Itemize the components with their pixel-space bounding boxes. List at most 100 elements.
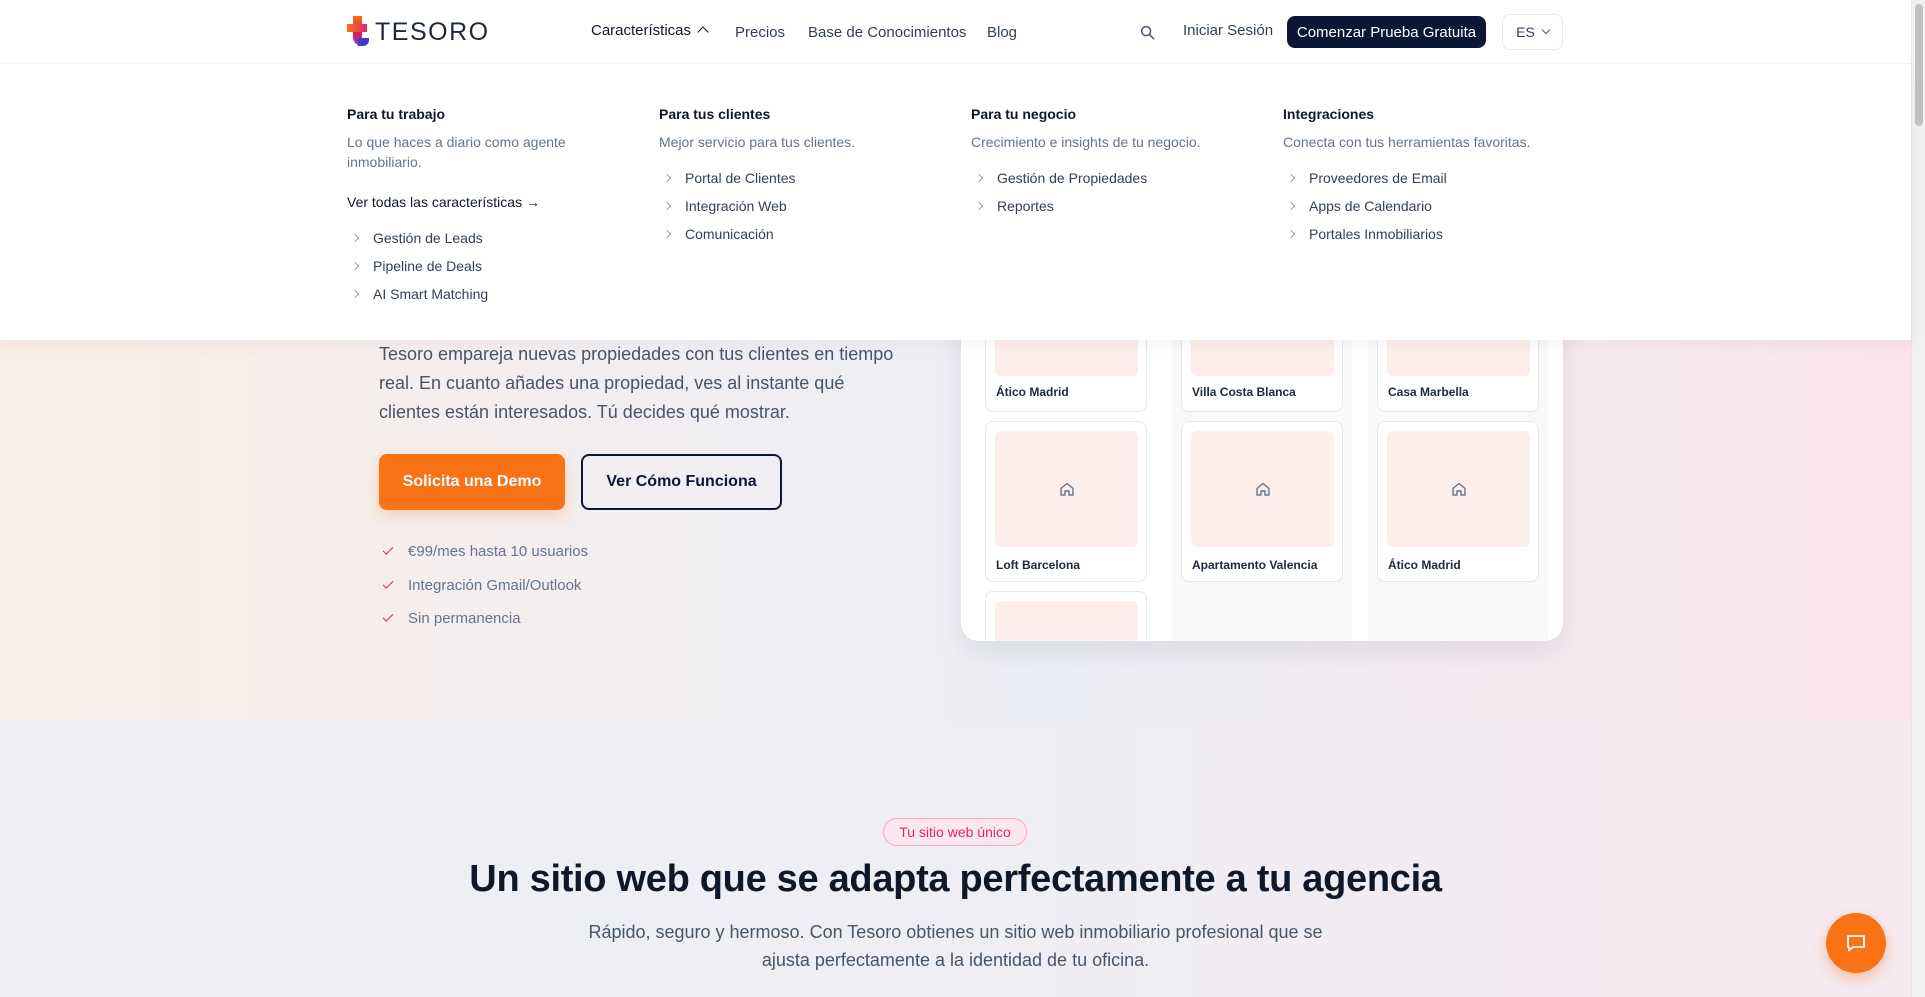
- menu-item-client-portal[interactable]: Portal de Clientes: [659, 164, 949, 192]
- language-label: ES: [1516, 24, 1535, 40]
- chevron-up-icon: [697, 26, 709, 38]
- chat-button[interactable]: [1826, 913, 1886, 973]
- page-scrollbar[interactable]: [1911, 0, 1925, 997]
- chat-bubble-icon: [1847, 935, 1865, 952]
- menu-item-label: AI Smart Matching: [373, 286, 489, 302]
- property-title: Apartamento Valencia: [1192, 558, 1318, 572]
- benefit-item: Sin permanencia: [381, 602, 588, 636]
- request-demo-button[interactable]: Solicita una Demo: [379, 454, 565, 510]
- section-title: Un sitio web que se adapta perfectamente…: [469, 858, 1442, 900]
- menu-item-label: Gestión de Propiedades: [997, 170, 1148, 186]
- menu-item-label: Gestión de Leads: [373, 230, 483, 246]
- chevron-down-icon: [1541, 25, 1551, 35]
- menu-item-label: Comunicación: [685, 226, 774, 242]
- see-all-features-link[interactable]: Ver todas las características →: [347, 194, 637, 210]
- menu-column-clients: Para tus clientes Mejor servicio para tu…: [659, 106, 949, 248]
- benefit-item: €99/mes hasta 10 usuarios: [381, 535, 588, 569]
- menu-item-label: Pipeline de Deals: [373, 258, 482, 274]
- hero-description: Tesoro empareja nuevas propiedades con t…: [379, 344, 894, 422]
- menu-column-work: Para tu trabajo Lo que haces a diario co…: [347, 106, 637, 308]
- house-icon: [1255, 482, 1270, 496]
- house-icon: [1451, 482, 1466, 496]
- chevron-right-icon: [350, 233, 360, 243]
- chevron-right-icon: [1286, 173, 1296, 183]
- chevron-right-icon: [1286, 201, 1296, 211]
- language-selector[interactable]: ES: [1502, 14, 1563, 50]
- menu-column-business: Para tu negocio Crecimiento e insights d…: [971, 106, 1261, 220]
- menu-item-communication[interactable]: Comunicación: [659, 220, 949, 248]
- menu-column-desc: Conecta con tus herramientas favoritas.: [1283, 134, 1531, 150]
- chevron-right-icon: [662, 229, 672, 239]
- site-header: TESORO Características Precios Base de C…: [0, 0, 1911, 64]
- menu-item-reports[interactable]: Reportes: [971, 192, 1261, 220]
- chevron-right-icon: [350, 261, 360, 271]
- tesoro-logo-icon: [347, 16, 369, 48]
- menu-item-label: Apps de Calendario: [1309, 198, 1432, 214]
- search-icon[interactable]: [1140, 25, 1155, 40]
- chevron-right-icon: [662, 173, 672, 183]
- chevron-right-icon: [1286, 229, 1296, 239]
- property-image: [1191, 431, 1334, 547]
- property-title: Ático Madrid: [996, 385, 1069, 399]
- chevron-right-icon: [974, 201, 984, 211]
- menu-item-leads[interactable]: Gestión de Leads: [347, 224, 637, 252]
- check-icon: [382, 544, 394, 556]
- property-card[interactable]: Apartamento Valencia: [1181, 421, 1343, 582]
- menu-item-calendar-apps[interactable]: Apps de Calendario: [1283, 192, 1583, 220]
- section-subtitle: Rápido, seguro y hermoso. Con Tesoro obt…: [588, 922, 1323, 970]
- menu-item-label: Integración Web: [685, 198, 787, 214]
- features-mega-menu: Para tu trabajo Lo que haces a diario co…: [0, 64, 1911, 340]
- section-badge: Tu sitio web único: [883, 818, 1027, 846]
- menu-item-real-estate-portals[interactable]: Portales Inmobiliarios: [1283, 220, 1583, 248]
- menu-item-ai-matching[interactable]: AI Smart Matching: [347, 280, 637, 308]
- benefit-item: Integración Gmail/Outlook: [381, 569, 588, 603]
- benefit-label: Sin permanencia: [408, 610, 521, 628]
- start-trial-button[interactable]: Comenzar Prueba Gratuita: [1287, 16, 1486, 48]
- menu-item-property-management[interactable]: Gestión de Propiedades: [971, 164, 1261, 192]
- menu-item-label: Portales Inmobiliarios: [1309, 226, 1443, 242]
- menu-column-desc: Lo que haces a diario como agente inmobi…: [347, 134, 566, 170]
- menu-item-label: Proveedores de Email: [1309, 170, 1447, 186]
- nav-prices[interactable]: Precios: [735, 24, 785, 41]
- benefit-label: €99/mes hasta 10 usuarios: [408, 543, 589, 561]
- chevron-right-icon: [662, 201, 672, 211]
- menu-item-label: Portal de Clientes: [685, 170, 796, 186]
- property-card[interactable]: Ático Madrid: [1377, 421, 1539, 582]
- property-title: Loft Barcelona: [996, 558, 1081, 572]
- menu-column-title: Para tus clientes: [659, 106, 771, 122]
- property-image: [995, 431, 1138, 547]
- property-title: Villa Costa Blanca: [1192, 385, 1296, 399]
- scrollbar-thumb[interactable]: [1915, 4, 1923, 126]
- nav-features[interactable]: Características: [591, 22, 709, 39]
- check-icon: [382, 577, 394, 589]
- benefit-label: Integración Gmail/Outlook: [408, 576, 582, 594]
- login-link[interactable]: Iniciar Sesión: [1183, 22, 1273, 39]
- nav-features-label: Características: [591, 22, 692, 39]
- nav-blog[interactable]: Blog: [987, 24, 1017, 41]
- logo-text: TESORO: [375, 17, 490, 46]
- property-image: [995, 601, 1138, 641]
- property-card[interactable]: Loft Barcelona: [985, 421, 1147, 582]
- nav-knowledge-base[interactable]: Base de Conocimientos: [808, 24, 966, 41]
- menu-column-desc: Mejor servicio para tus clientes.: [659, 134, 856, 150]
- menu-item-web-integration[interactable]: Integración Web: [659, 192, 949, 220]
- property-title: Casa Marbella: [1388, 385, 1469, 399]
- benefits-list: €99/mes hasta 10 usuarios Integración Gm…: [381, 535, 588, 636]
- property-title: Ático Madrid: [1388, 558, 1461, 572]
- menu-column-title: Para tu negocio: [971, 106, 1077, 122]
- menu-column-integrations: Integraciones Conecta con tus herramient…: [1283, 106, 1583, 248]
- check-icon: [382, 611, 394, 623]
- menu-column-title: Para tu trabajo: [347, 106, 446, 122]
- house-icon: [1059, 482, 1074, 496]
- menu-item-email-providers[interactable]: Proveedores de Email: [1283, 164, 1583, 192]
- see-how-it-works-button[interactable]: Ver Cómo Funciona: [581, 454, 782, 510]
- menu-item-label: Reportes: [997, 198, 1054, 214]
- property-card[interactable]: [985, 591, 1147, 641]
- chevron-right-icon: [974, 173, 984, 183]
- property-image: [1387, 431, 1530, 547]
- menu-column-title: Integraciones: [1283, 106, 1375, 122]
- logo[interactable]: TESORO: [347, 16, 490, 48]
- menu-column-desc: Crecimiento e insights de tu negocio.: [971, 134, 1201, 150]
- menu-item-pipeline[interactable]: Pipeline de Deals: [347, 252, 637, 280]
- chevron-right-icon: [350, 289, 360, 299]
